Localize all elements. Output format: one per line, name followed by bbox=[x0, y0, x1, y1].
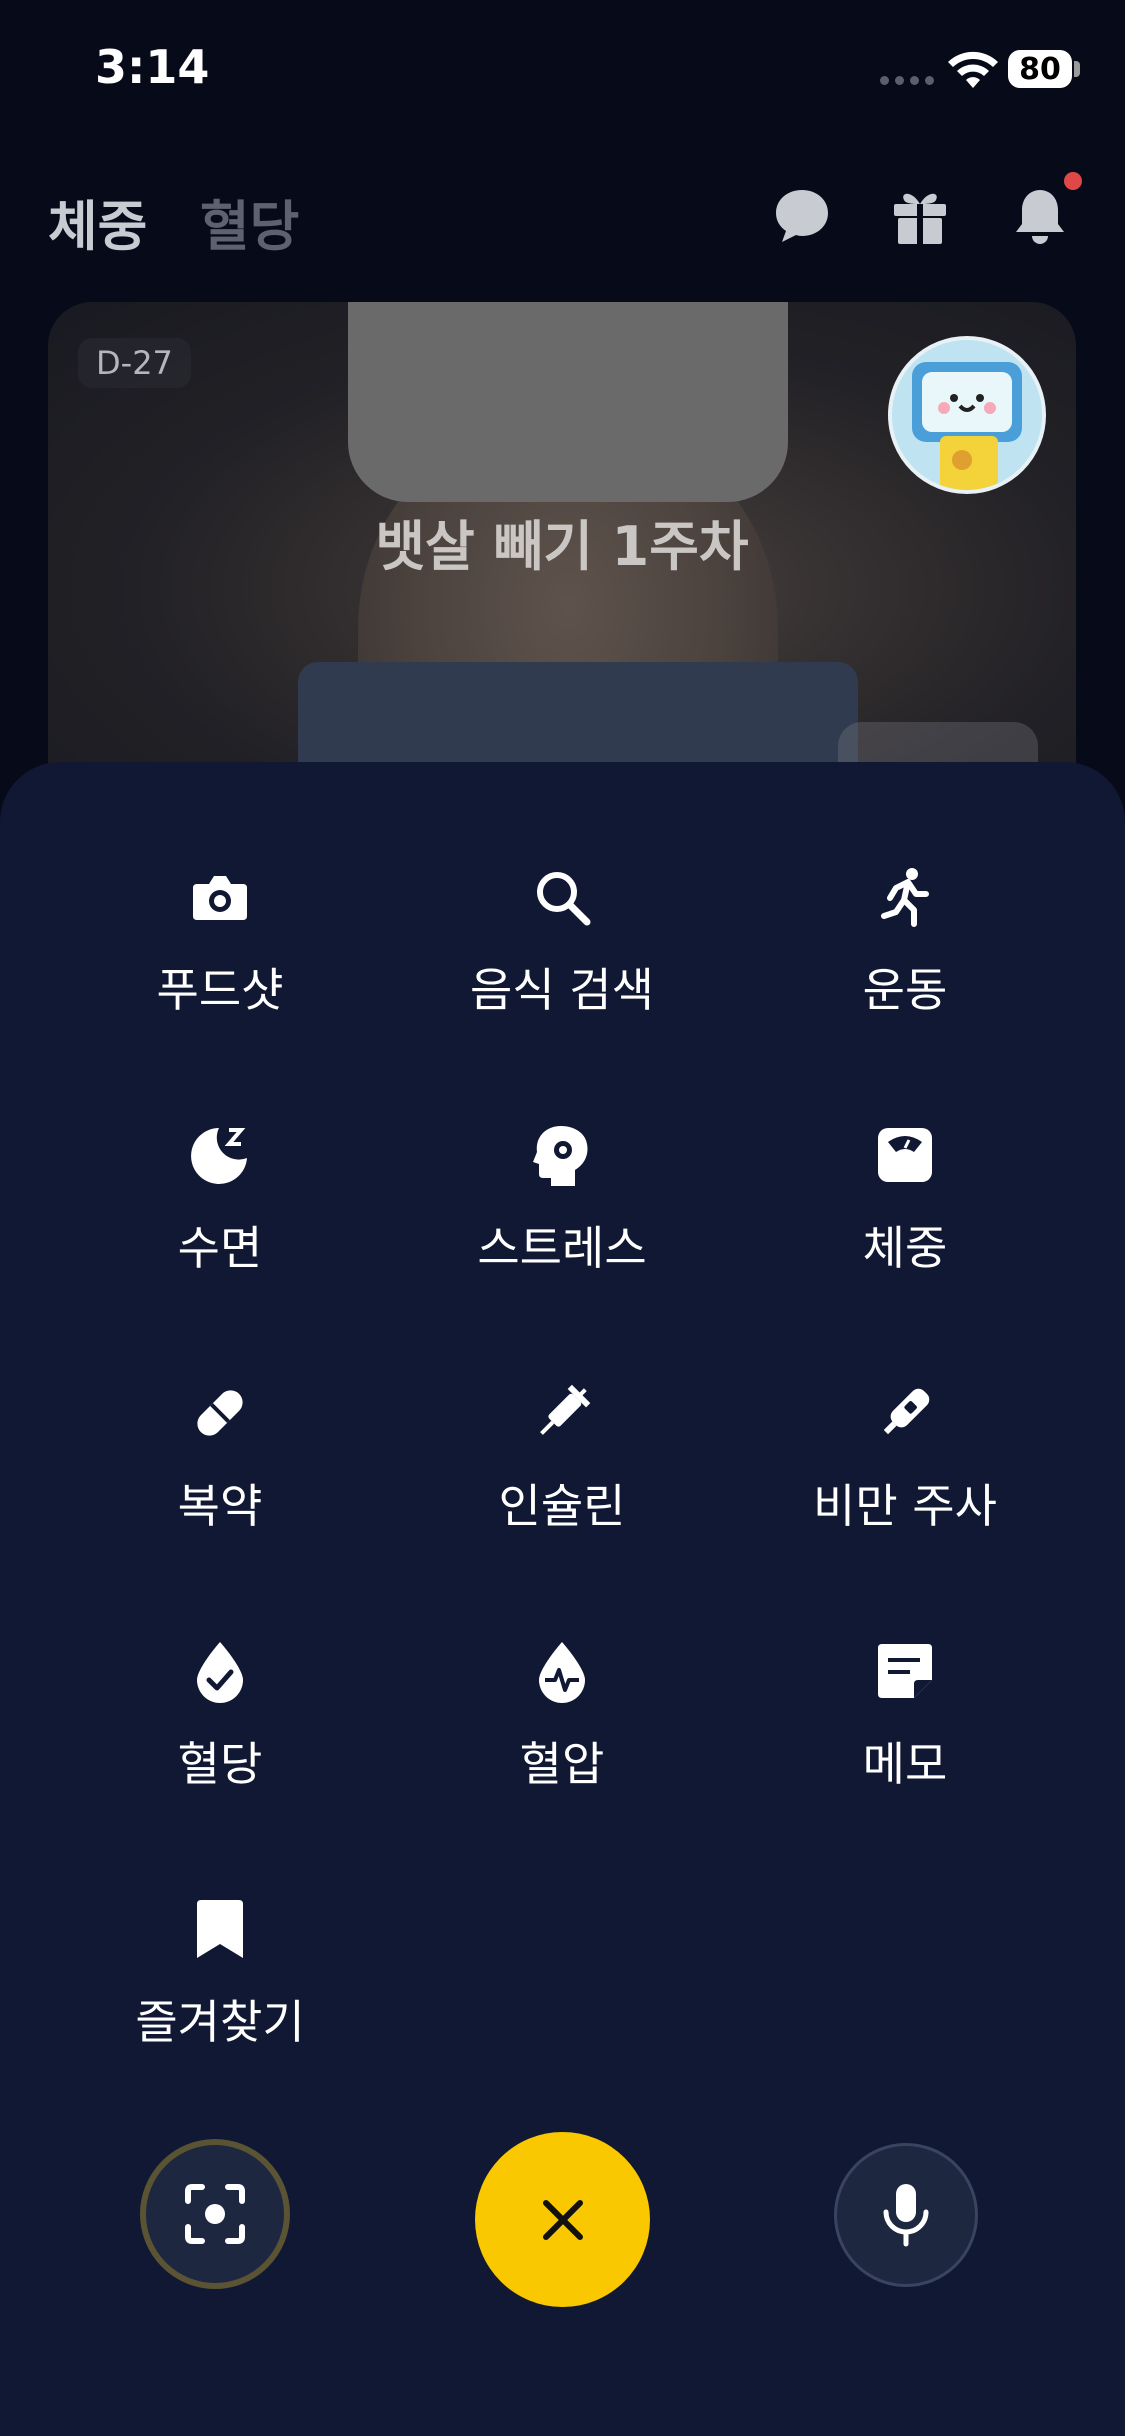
menu-label-favorites: 즐겨찾기 bbox=[135, 1995, 305, 2049]
close-button[interactable] bbox=[475, 2132, 650, 2307]
gift-icon[interactable] bbox=[888, 184, 952, 248]
battery-level: 80 bbox=[1019, 51, 1061, 87]
moon-sleep-icon bbox=[191, 1128, 247, 1184]
battery-indicator: 80 bbox=[1008, 50, 1072, 88]
tab-weight[interactable]: 체중 bbox=[48, 182, 147, 261]
menu-label-foodshot: 푸드샷 bbox=[156, 963, 284, 1017]
drop-pulse-icon bbox=[539, 1642, 585, 1703]
menu-label-weight: 체중 bbox=[862, 1221, 948, 1275]
challenge-title: 뱃살 빼기 1주차 bbox=[375, 515, 749, 578]
menu-label-sleep: 수면 bbox=[177, 1221, 263, 1275]
injection-pen-icon bbox=[883, 1388, 930, 1435]
menu-item-sleep[interactable]: 수면 bbox=[70, 1120, 370, 1320]
wifi-icon bbox=[948, 51, 998, 88]
close-icon bbox=[542, 2199, 583, 2240]
menu-label-obesity-injection: 비만 주사 bbox=[813, 1479, 997, 1533]
menu-label-memo: 메모 bbox=[862, 1737, 948, 1791]
bell-icon[interactable] bbox=[1008, 184, 1072, 248]
pill-icon bbox=[197, 1390, 243, 1436]
add-record-sheet: 푸드샷 음식 검색 운동 수면 스트레스 체중 복약 인슐린 비만 주사 혈당 … bbox=[0, 762, 1125, 2436]
head-brain-icon bbox=[533, 1126, 588, 1186]
menu-item-food-search[interactable]: 음식 검색 bbox=[412, 862, 712, 1062]
notification-badge bbox=[1064, 172, 1082, 190]
syringe-icon bbox=[540, 1384, 591, 1435]
chat-bubble-icon[interactable] bbox=[770, 184, 834, 248]
scan-camera-icon bbox=[185, 2184, 245, 2244]
voice-input-button[interactable] bbox=[834, 2143, 978, 2287]
menu-item-memo[interactable]: 메모 bbox=[755, 1636, 1055, 1836]
status-bar: 3:14 80 bbox=[0, 0, 1125, 140]
top-nav: 체중 혈당 bbox=[0, 160, 1125, 270]
scan-camera-button[interactable] bbox=[140, 2139, 290, 2289]
camera-icon bbox=[193, 876, 247, 920]
microphone-icon bbox=[883, 2184, 929, 2247]
scale-icon bbox=[878, 1128, 932, 1182]
menu-label-blood-pressure: 혈압 bbox=[519, 1737, 605, 1791]
menu-label-stress: 스트레스 bbox=[477, 1221, 647, 1275]
menu-item-medication[interactable]: 복약 bbox=[70, 1378, 370, 1578]
menu-label-medication: 복약 bbox=[177, 1479, 263, 1533]
battery-cap bbox=[1074, 61, 1080, 77]
note-icon bbox=[878, 1644, 932, 1698]
menu-label-insulin: 인슐린 bbox=[498, 1479, 626, 1533]
menu-item-favorites[interactable]: 즐겨찾기 bbox=[70, 1894, 370, 2094]
menu-label-exercise: 운동 bbox=[862, 963, 948, 1017]
challenge-card[interactable]: D-27 뱃살 빼기 1주차 bbox=[48, 302, 1076, 822]
search-icon bbox=[537, 872, 591, 926]
menu-label-blood-glucose: 혈당 bbox=[177, 1737, 263, 1791]
menu-item-insulin[interactable]: 인슐린 bbox=[412, 1378, 712, 1578]
cellular-signal-icon bbox=[880, 76, 934, 85]
tab-glucose[interactable]: 혈당 bbox=[200, 182, 299, 261]
bookmark-icon bbox=[197, 1900, 243, 1958]
status-time: 3:14 bbox=[95, 40, 210, 94]
menu-label-food-search: 음식 검색 bbox=[470, 963, 654, 1017]
menu-item-exercise[interactable]: 운동 bbox=[755, 862, 1055, 1062]
menu-item-stress[interactable]: 스트레스 bbox=[412, 1120, 712, 1320]
drop-check-icon bbox=[197, 1642, 243, 1703]
dday-badge: D-27 bbox=[78, 338, 191, 388]
running-icon bbox=[881, 868, 929, 927]
menu-item-blood-pressure[interactable]: 혈압 bbox=[412, 1636, 712, 1836]
menu-item-obesity-injection[interactable]: 비만 주사 bbox=[755, 1378, 1055, 1578]
avatar[interactable] bbox=[888, 336, 1046, 494]
menu-item-weight[interactable]: 체중 bbox=[755, 1120, 1055, 1320]
menu-item-blood-glucose[interactable]: 혈당 bbox=[70, 1636, 370, 1836]
menu-item-foodshot[interactable]: 푸드샷 bbox=[70, 862, 370, 1062]
